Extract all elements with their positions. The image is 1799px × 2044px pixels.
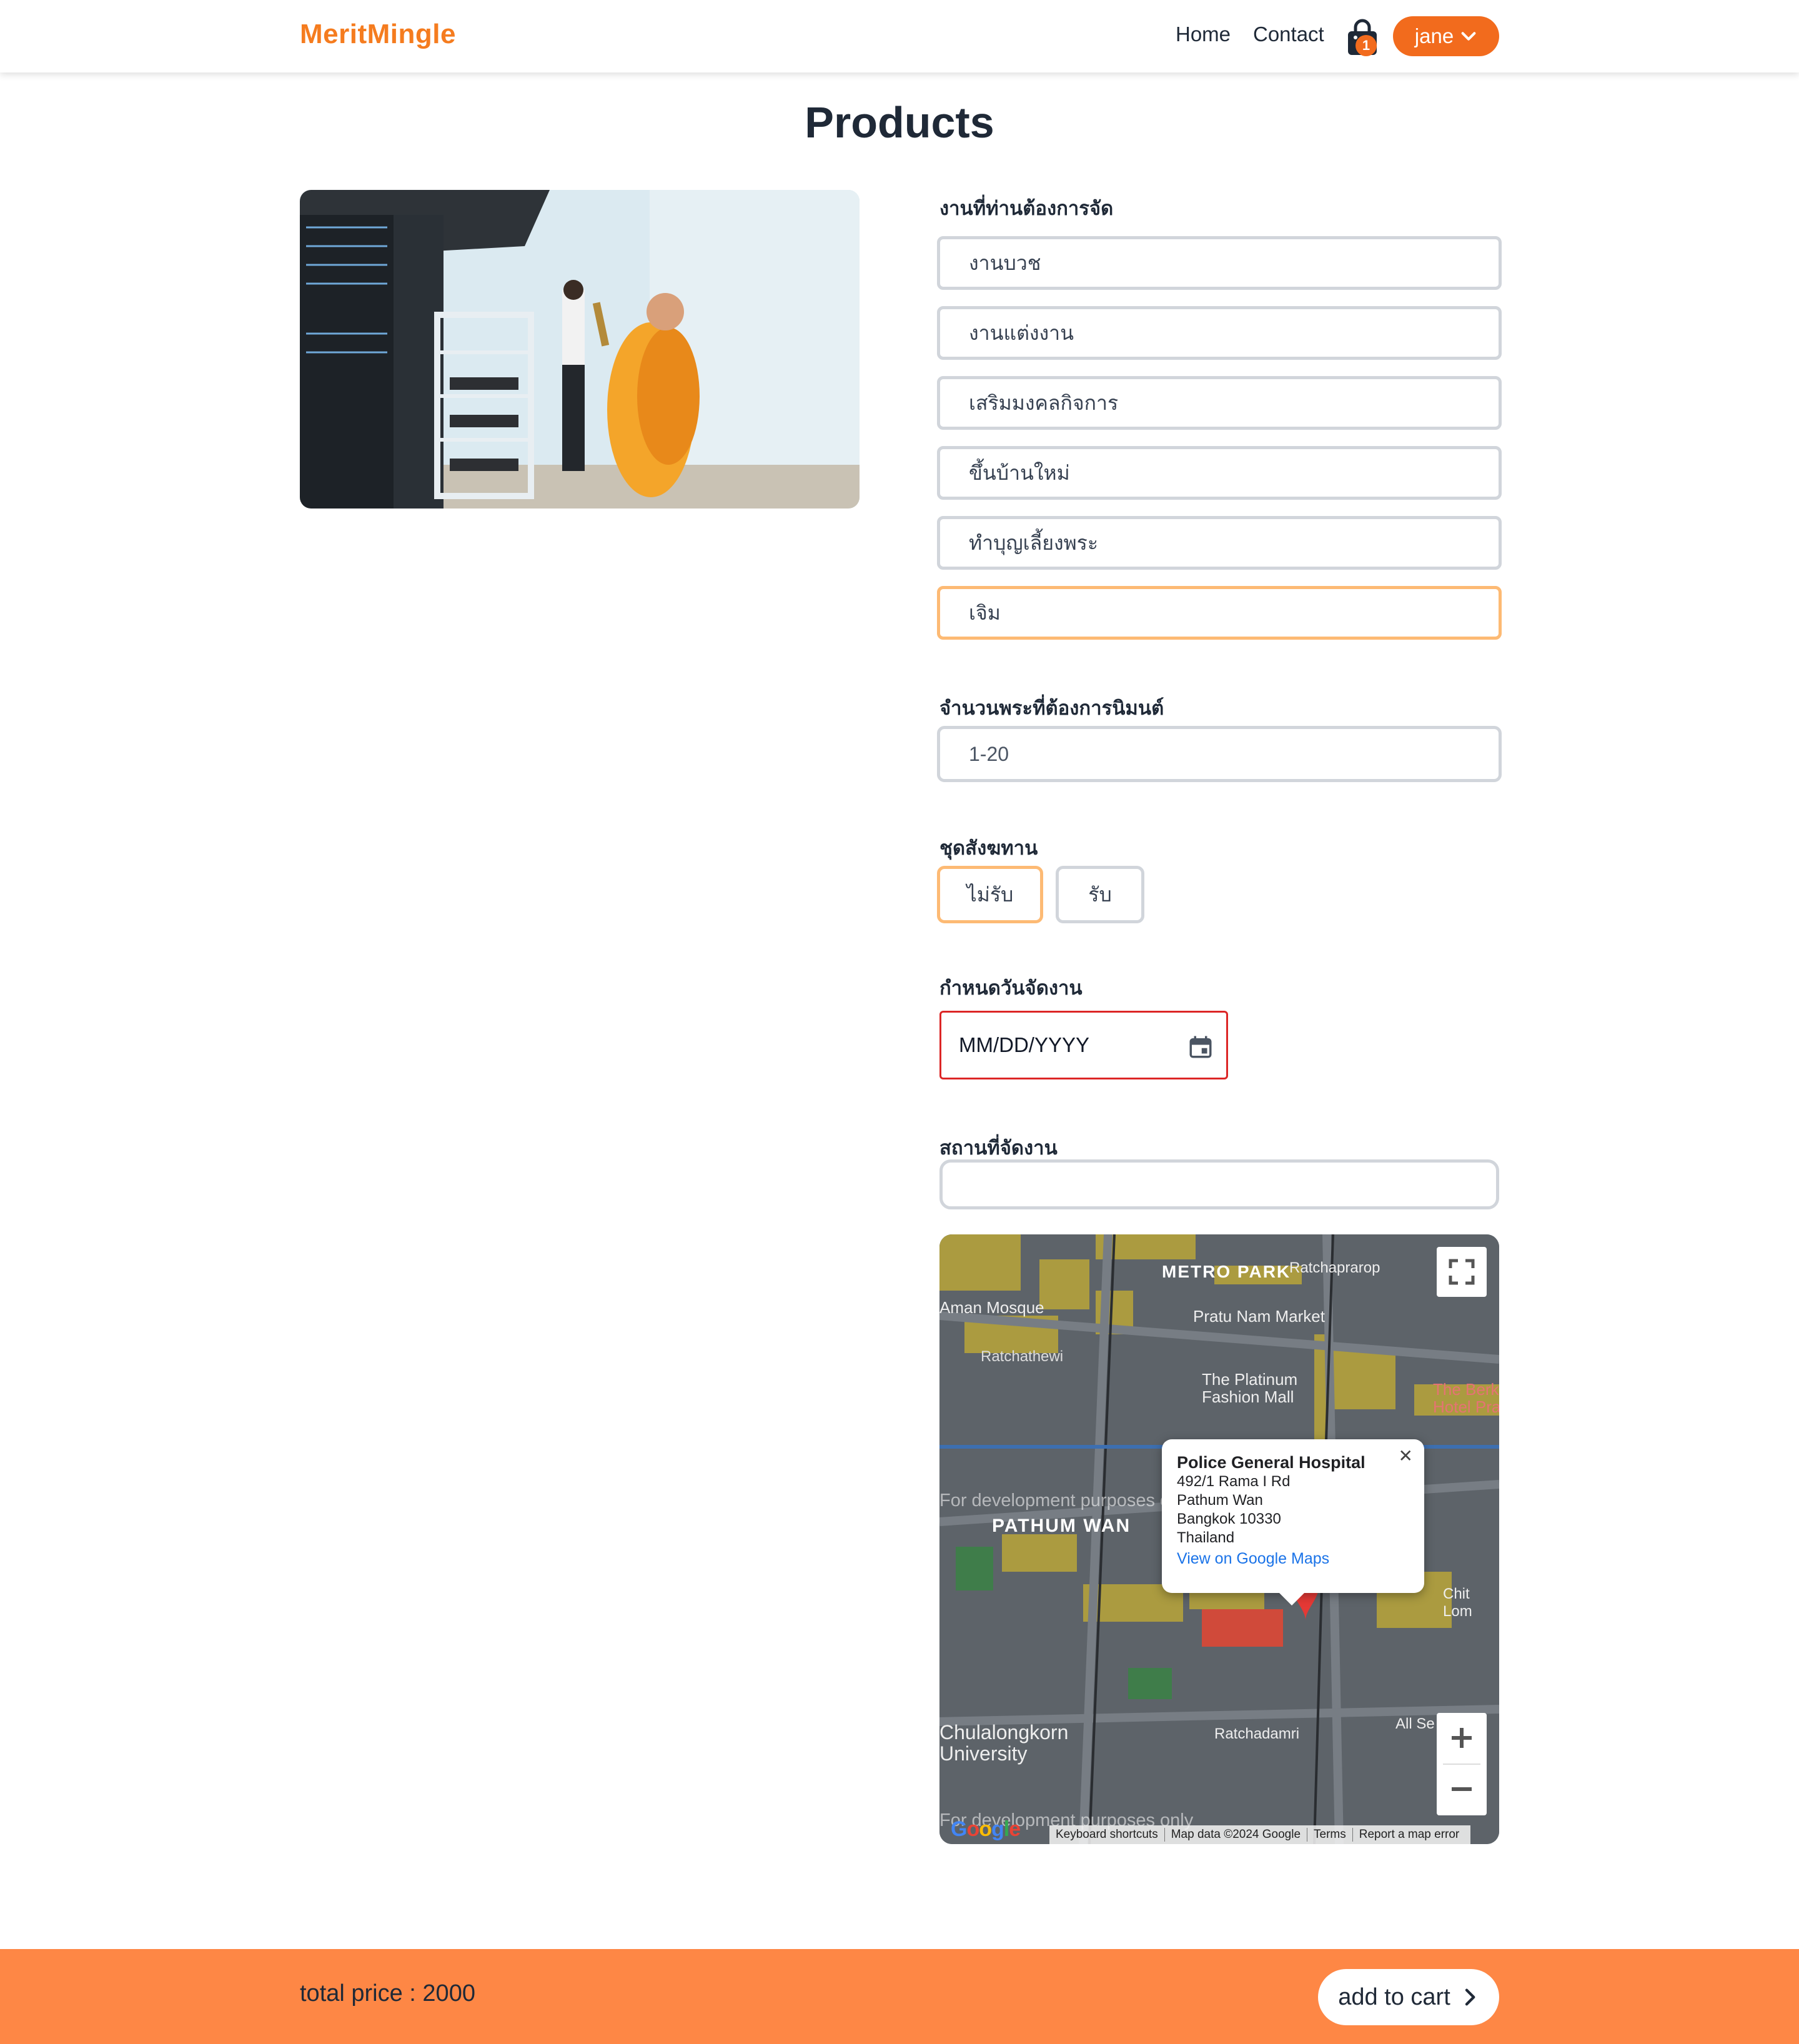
map-label: Ratchadamri <box>1214 1725 1300 1742</box>
map-zoom-control <box>1437 1713 1487 1815</box>
event-option-wedding[interactable]: งานแต่งงาน <box>937 306 1502 360</box>
chevron-down-icon <box>1461 32 1476 41</box>
map-label: The Platinum Fashion Mall <box>1202 1370 1298 1406</box>
map-attribution: Keyboard shortcuts Map data ©2024 Google… <box>1049 1825 1471 1844</box>
google-logo[interactable]: Google <box>951 1817 1021 1842</box>
monks-count-label: จำนวนพระที่ต้องการนิมนต์ <box>939 697 1164 719</box>
map-label: Ratchaprarop <box>1289 1259 1380 1276</box>
event-date-placeholder: MM/DD/YYYY <box>959 1033 1090 1056</box>
offering-yes-button[interactable]: รับ <box>1056 866 1144 923</box>
map-label: Chit Lom <box>1443 1585 1472 1620</box>
event-option-housewarming[interactable]: ขึ้นบ้านใหม่ <box>937 446 1502 500</box>
map-label: PATHUM WAN <box>992 1516 1131 1536</box>
map-label: The Berk Hotel Pra <box>1433 1380 1499 1416</box>
nav-home-link[interactable]: Home <box>1176 22 1231 46</box>
cart-count-badge: 1 <box>1355 35 1377 56</box>
map-label: Chulalongkorn University <box>939 1721 1069 1765</box>
popup-address-line: Pathum Wan <box>1177 1492 1263 1509</box>
popup-address-line: Thailand <box>1177 1529 1235 1546</box>
bottom-bar: total price : 2000 add to cart <box>0 1949 1799 2044</box>
nav-contact-link[interactable]: Contact <box>1253 22 1324 46</box>
monks-count-input[interactable]: 1-20 <box>937 726 1502 782</box>
view-on-google-maps-link[interactable]: View on Google Maps <box>1177 1550 1409 1568</box>
offering-set-label: ชุดสังฆทาน <box>939 837 1038 859</box>
map-label: METRO PARK <box>1162 1262 1291 1281</box>
navbar: MeritMingle Home Contact 1 jane <box>0 0 1799 72</box>
event-location-label: สถานที่จัดงาน <box>939 1137 1058 1159</box>
event-option-business-blessing[interactable]: เสริมมงคลกิจการ <box>937 376 1502 430</box>
keyboard-shortcuts-link[interactable]: Keyboard shortcuts <box>1049 1828 1164 1842</box>
popup-tail <box>1278 1592 1306 1605</box>
add-to-cart-label: add to cart <box>1338 1983 1450 2010</box>
offering-no-button[interactable]: ไม่รับ <box>937 866 1043 923</box>
popup-address-line: Bangkok 10330 <box>1177 1511 1281 1527</box>
map-label: Ratchathewi <box>981 1348 1064 1365</box>
total-price: total price : 2000 <box>300 1980 475 2007</box>
popup-address-line: 492/1 Rama I Rd <box>1177 1473 1291 1490</box>
user-menu-button[interactable]: jane <box>1393 16 1499 56</box>
close-icon[interactable]: ✕ <box>1399 1446 1413 1466</box>
event-location-input[interactable] <box>939 1159 1499 1209</box>
page-title: Products <box>805 98 994 147</box>
map-watermark: For development purposes only <box>939 1491 1194 1511</box>
event-option-anointing[interactable]: เจิม <box>937 586 1502 640</box>
event-type-label: งานที่ท่านต้องการจัด <box>939 197 1114 219</box>
chevron-right-icon <box>1465 1988 1475 2006</box>
event-date-label: กำหนดวันจัดงาน <box>939 977 1083 999</box>
calendar-icon[interactable] <box>1187 1034 1214 1060</box>
map-label: All Se <box>1395 1715 1435 1732</box>
map-data-text: Map data ©2024 Google <box>1164 1828 1307 1842</box>
map-info-popup: ✕ Police General Hospital 492/1 Rama I R… <box>1162 1439 1424 1593</box>
product-image <box>300 190 860 509</box>
fullscreen-icon[interactable] <box>1437 1247 1487 1297</box>
add-to-cart-button[interactable]: add to cart <box>1318 1969 1499 2025</box>
event-option-monk-feast[interactable]: ทำบุญเลี้ยงพระ <box>937 516 1502 570</box>
terms-link[interactable]: Terms <box>1307 1828 1352 1842</box>
map[interactable]: For development purposes only For develo… <box>939 1234 1499 1844</box>
report-map-error-link[interactable]: Report a map error <box>1352 1828 1466 1842</box>
event-option-ordination[interactable]: งานบวช <box>937 236 1502 290</box>
zoom-in-icon[interactable] <box>1452 1728 1472 1748</box>
user-name: jane <box>1414 24 1454 47</box>
popup-place-name: Police General Hospital <box>1177 1453 1365 1472</box>
map-label: Pratu Nam Market <box>1193 1307 1325 1326</box>
logo[interactable]: MeritMingle <box>300 19 456 50</box>
map-label: Aman Mosque <box>939 1298 1044 1317</box>
event-date-input[interactable]: MM/DD/YYYY <box>939 1011 1228 1079</box>
